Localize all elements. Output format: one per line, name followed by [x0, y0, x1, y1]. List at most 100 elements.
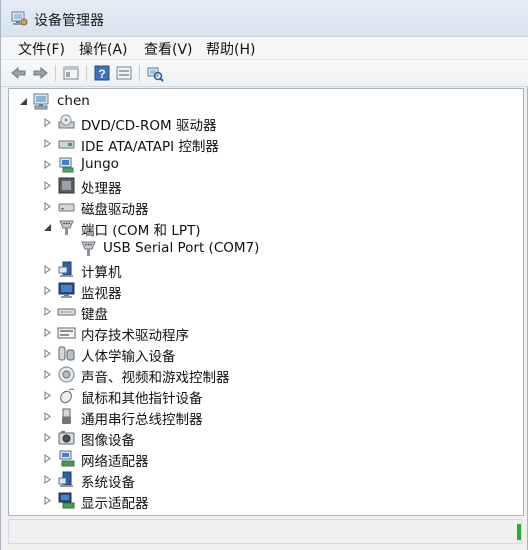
toolbar-separator — [86, 65, 87, 81]
display-adapter-icon — [58, 492, 75, 509]
tree-item-label: 鼠标和其他指针设备 — [81, 391, 203, 407]
tree-root-label: chen — [57, 93, 90, 109]
tree-item-label: IDE ATA/ATAPI 控制器 — [81, 139, 219, 155]
tree-item-label: 磁盘驱动器 — [81, 202, 149, 218]
svg-text:?: ? — [98, 67, 105, 81]
network-icon — [59, 450, 75, 467]
collapse-arrow-icon[interactable] — [19, 97, 28, 106]
computer-icon — [58, 261, 73, 277]
hid-icon — [58, 346, 75, 361]
tree-item-mouse[interactable]: 鼠标和其他指针设备 — [9, 385, 519, 407]
help-icon[interactable]: ? — [93, 64, 111, 82]
tree-item-dvd[interactable]: DVD/CD-ROM 驱动器 — [9, 112, 519, 134]
tree-root[interactable]: chen — [9, 91, 519, 112]
menu-help[interactable]: 帮助(H) — [203, 39, 258, 59]
system-device-icon — [58, 471, 73, 487]
processor-icon — [58, 177, 75, 194]
tree-item-label: Jungo — [81, 156, 119, 172]
ide-controller-icon — [58, 140, 75, 149]
tree-item-usb[interactable]: 通用串行总线控制器 — [9, 406, 519, 428]
tree-item-system-devices[interactable]: 系统设备 — [9, 469, 519, 491]
tree-item-label: 监视器 — [81, 286, 122, 302]
properties-icon[interactable] — [62, 64, 80, 82]
tree-item-disk[interactable]: 磁盘驱动器 — [9, 196, 519, 218]
expand-arrow-icon[interactable] — [43, 496, 52, 505]
forward-arrow-icon[interactable] — [31, 64, 49, 82]
tree-item-ide[interactable]: IDE ATA/ATAPI 控制器 — [9, 133, 519, 155]
sound-icon — [58, 366, 75, 383]
usb-icon — [62, 408, 71, 424]
tree-item-label: 处理器 — [81, 181, 122, 197]
toolbar: ? — [1, 60, 528, 87]
expand-arrow-icon[interactable] — [43, 412, 52, 421]
window-title: 设备管理器 — [34, 13, 104, 29]
tree-item-jungo[interactable]: Jungo — [9, 154, 519, 175]
tree-item-display-adapters[interactable]: 显示适配器 — [9, 490, 519, 512]
expand-arrow-icon[interactable] — [43, 160, 52, 169]
menu-view[interactable]: 查看(V) — [141, 39, 196, 59]
expand-arrow-icon[interactable] — [43, 433, 52, 442]
mouse-icon — [60, 388, 75, 404]
title-bar[interactable]: 设备管理器 — [1, 0, 528, 37]
expand-arrow-icon[interactable] — [43, 475, 52, 484]
device-tree[interactable]: chen DVD/CD-ROM 驱动器 IDE ATA/ATAPI 控制器 Ju… — [8, 88, 524, 516]
tree-item-ports[interactable]: 端口 (COM 和 LPT) — [9, 217, 519, 239]
keyboard-icon — [57, 308, 76, 316]
tree-item-label: 通用串行总线控制器 — [81, 412, 203, 428]
expand-arrow-icon[interactable] — [43, 118, 52, 127]
expand-arrow-icon[interactable] — [43, 181, 52, 190]
expand-arrow-icon[interactable] — [43, 307, 52, 316]
expand-arrow-icon[interactable] — [43, 202, 52, 211]
menu-file[interactable]: 文件(F) — [15, 39, 68, 59]
expand-arrow-icon[interactable] — [43, 139, 52, 148]
port-icon — [59, 220, 74, 235]
expand-arrow-icon[interactable] — [43, 265, 52, 274]
expand-arrow-icon[interactable] — [43, 328, 52, 337]
dvd-drive-icon — [58, 114, 75, 129]
expand-arrow-icon[interactable] — [43, 370, 52, 379]
collapse-arrow-icon[interactable] — [43, 223, 52, 232]
toolbar-separator — [55, 65, 56, 81]
expand-arrow-icon[interactable] — [43, 391, 52, 400]
tree-item-processor[interactable]: 处理器 — [9, 175, 519, 197]
scan-hardware-icon[interactable] — [146, 64, 164, 82]
tree-item-label: 声音、视频和游戏控制器 — [81, 370, 230, 386]
computer-root-icon — [33, 93, 49, 110]
tree-item-label: 网络适配器 — [81, 454, 149, 470]
tree-item-sound[interactable]: 声音、视频和游戏控制器 — [9, 364, 519, 386]
tree-item-network[interactable]: 网络适配器 — [9, 448, 519, 470]
tree-item-label: 图像设备 — [81, 433, 135, 449]
expand-arrow-icon[interactable] — [43, 349, 52, 358]
camera-icon — [58, 431, 75, 445]
menu-bar: 文件(F) 操作(A) 查看(V) 帮助(H) — [1, 37, 528, 60]
jungo-icon — [59, 157, 74, 173]
tree-child-usb-serial-port[interactable]: USB Serial Port (COM7) — [9, 238, 519, 259]
tree-item-monitor[interactable]: 监视器 — [9, 280, 519, 302]
monitor-icon — [58, 282, 75, 298]
status-bar — [8, 519, 522, 544]
device-manager-icon — [11, 11, 28, 26]
tree-item-label: 键盘 — [81, 307, 108, 323]
tree-item-hid[interactable]: 人体学输入设备 — [9, 343, 519, 365]
tree-item-label: 系统设备 — [81, 475, 135, 491]
expand-arrow-icon[interactable] — [43, 286, 52, 295]
tree-item-imaging[interactable]: 图像设备 — [9, 427, 519, 449]
toolbar-separator — [139, 65, 140, 81]
tree-item-label: 内存技术驱动程序 — [81, 328, 189, 344]
disk-drive-icon — [58, 203, 75, 212]
tree-item-memory-tech[interactable]: 内存技术驱动程序 — [9, 322, 519, 344]
tree-item-label: 人体学输入设备 — [81, 349, 176, 365]
expand-arrow-icon[interactable] — [43, 454, 52, 463]
memory-tech-icon — [57, 327, 76, 339]
menu-action[interactable]: 操作(A) — [76, 39, 131, 59]
device-manager-window: 设备管理器 文件(F) 操作(A) 查看(V) 帮助(H) ? chen DVD… — [0, 0, 528, 550]
back-arrow-icon[interactable] — [10, 64, 28, 82]
tree-item-label: DVD/CD-ROM 驱动器 — [81, 118, 217, 134]
port-icon — [81, 241, 96, 256]
view-pane-icon[interactable] — [115, 64, 133, 82]
resize-grip[interactable] — [517, 524, 521, 540]
tree-item-label: 端口 (COM 和 LPT) — [81, 223, 201, 239]
tree-item-computer[interactable]: 计算机 — [9, 259, 519, 281]
tree-item-label: 显示适配器 — [81, 496, 149, 512]
tree-item-keyboard[interactable]: 键盘 — [9, 301, 519, 323]
